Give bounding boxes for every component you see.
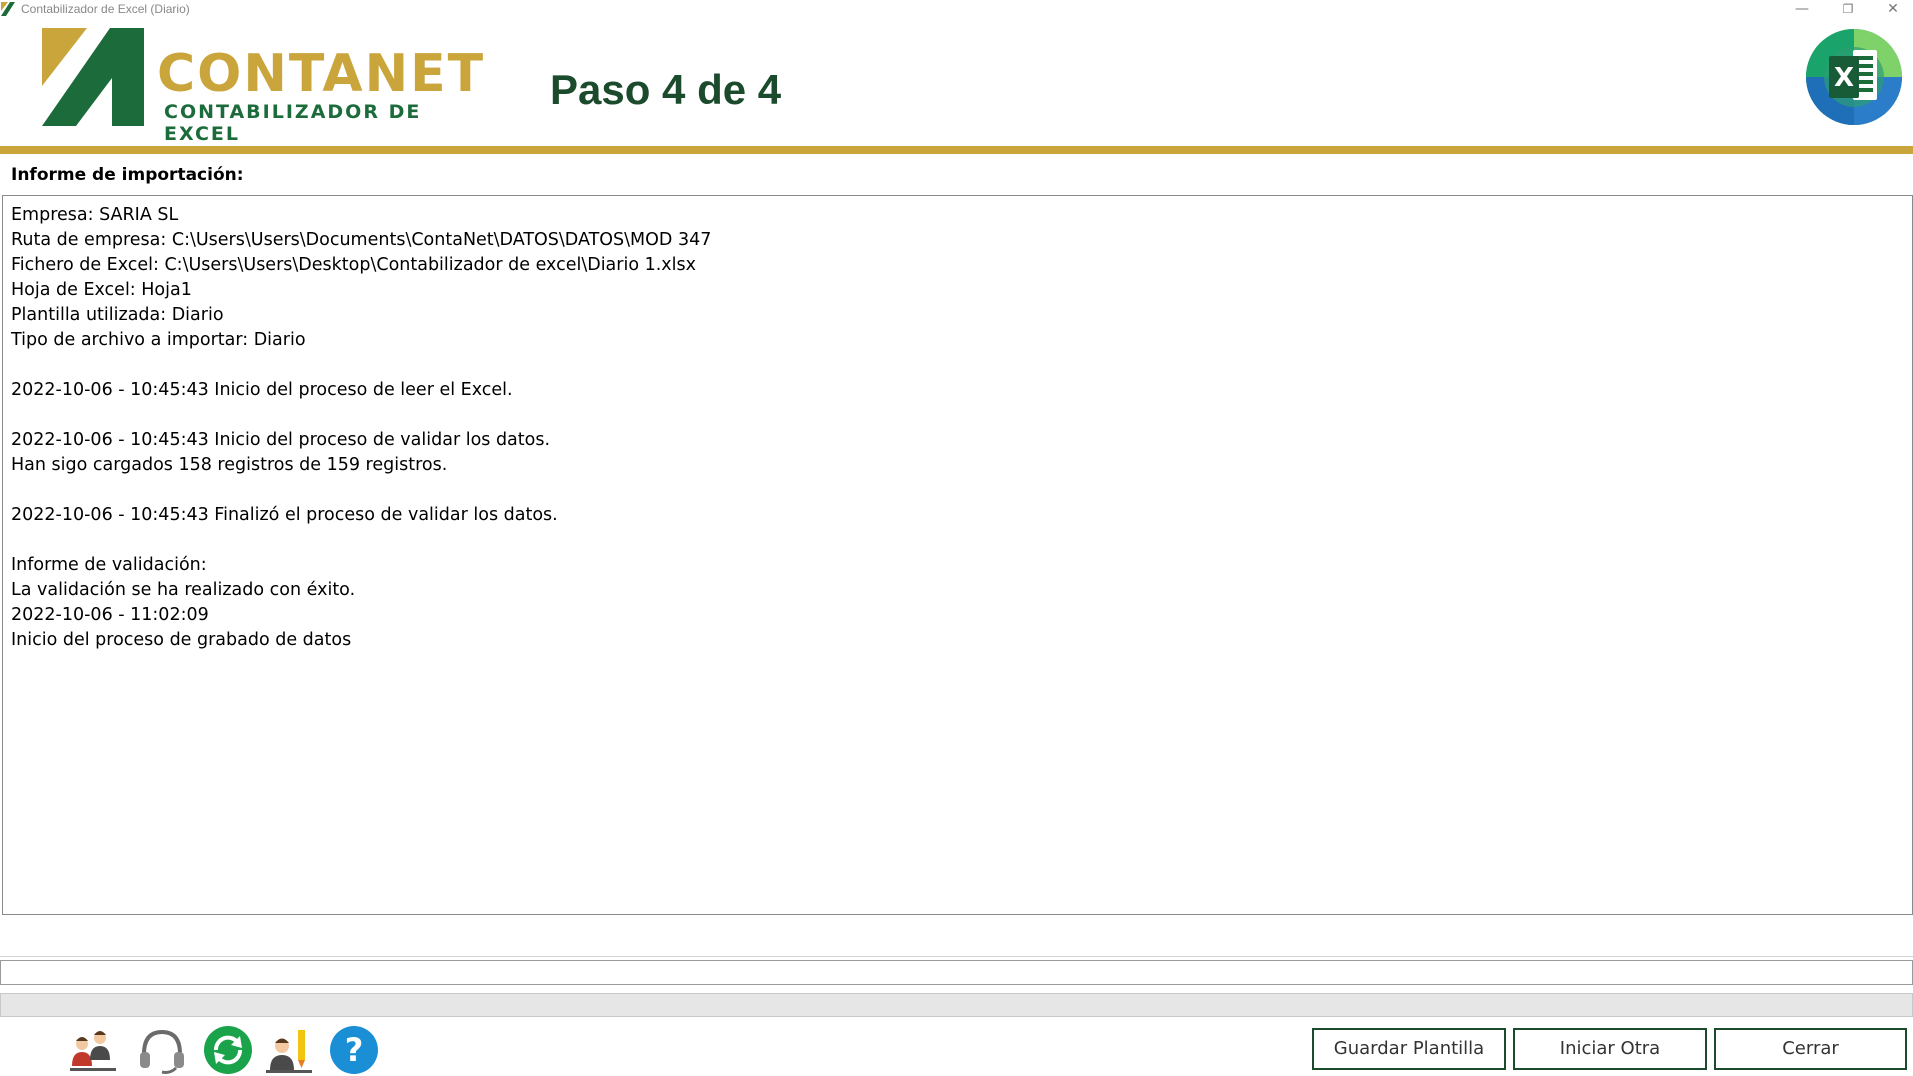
import-report-textarea[interactable]: Empresa: SARIA SL Ruta de empresa: C:\Use…: [2, 195, 1913, 915]
status-separator: [0, 956, 1913, 957]
excel-logo-letter: X: [1834, 63, 1854, 93]
report-line: Tipo de archivo a importar: Diario: [11, 330, 306, 350]
logo-wordmark: CONTANET: [157, 44, 486, 104]
logo-subtitle: CONTABILIZADOR DE EXCEL: [164, 101, 422, 145]
report-line: Han sigo cargados 158 registros de 159 r…: [11, 455, 448, 475]
header-divider: [0, 146, 1913, 154]
help-glyph: ?: [345, 1031, 364, 1069]
report-line: [11, 403, 1904, 428]
header: CONTANET CONTABILIZADOR DE EXCEL Paso 4 …: [0, 20, 1913, 146]
report-label: Informe de importación:: [11, 165, 244, 185]
report-line: La validación se ha realizado con éxito.: [11, 580, 356, 600]
contanet-app-icon: [1, 2, 15, 16]
report-line: Plantilla utilizada: Diario: [11, 305, 224, 325]
excel-logo-icon: X: [1806, 29, 1902, 125]
status-field[interactable]: [0, 960, 1913, 985]
report-line: Ruta de empresa: C:\Users\Users\Document…: [11, 230, 712, 250]
report-line: 2022-10-06 - 10:45:43 Finalizó el proces…: [11, 505, 558, 525]
report-line: 2022-10-06 - 10:45:43 Inicio del proceso…: [11, 380, 513, 400]
step-title: Paso 4 de 4: [550, 66, 782, 113]
report-line: Fichero de Excel: C:\Users\Users\Desktop…: [11, 255, 696, 275]
window-title: Contabilizador de Excel (Diario): [21, 2, 190, 16]
help-icon[interactable]: ?: [328, 1024, 380, 1076]
close-window-button[interactable]: ✕: [1873, 0, 1913, 20]
report-line: [11, 353, 1904, 378]
start-another-button[interactable]: Iniciar Otra: [1513, 1028, 1707, 1070]
report-line: Hoja de Excel: Hoja1: [11, 280, 192, 300]
report-line: [11, 528, 1904, 553]
report-line: Inicio del proceso de grabado de datos: [11, 630, 352, 650]
save-template-button[interactable]: Guardar Plantilla: [1312, 1028, 1506, 1070]
report-line: Informe de validación:: [11, 555, 207, 575]
report-line: Empresa: SARIA SL: [11, 205, 179, 225]
support-headset-icon[interactable]: [136, 1024, 188, 1076]
restore-button[interactable]: ❐: [1828, 0, 1868, 20]
report-line: 2022-10-06 - 11:02:09: [11, 605, 209, 625]
refresh-icon[interactable]: [202, 1024, 254, 1076]
close-button[interactable]: Cerrar: [1714, 1028, 1907, 1070]
progress-bar: [0, 993, 1913, 1017]
users-icon[interactable]: [68, 1024, 120, 1076]
contanet-logo-mark: [42, 28, 144, 126]
contanet-logo: CONTANET CONTABILIZADOR DE EXCEL: [42, 28, 486, 145]
report-line: [11, 478, 1904, 503]
report-line: 2022-10-06 - 10:45:43 Inicio del proceso…: [11, 430, 551, 450]
window-titlebar: Contabilizador de Excel (Diario) — ❐ ✕: [0, 0, 1913, 20]
edit-user-icon[interactable]: [264, 1024, 316, 1076]
minimize-button[interactable]: —: [1782, 0, 1822, 20]
